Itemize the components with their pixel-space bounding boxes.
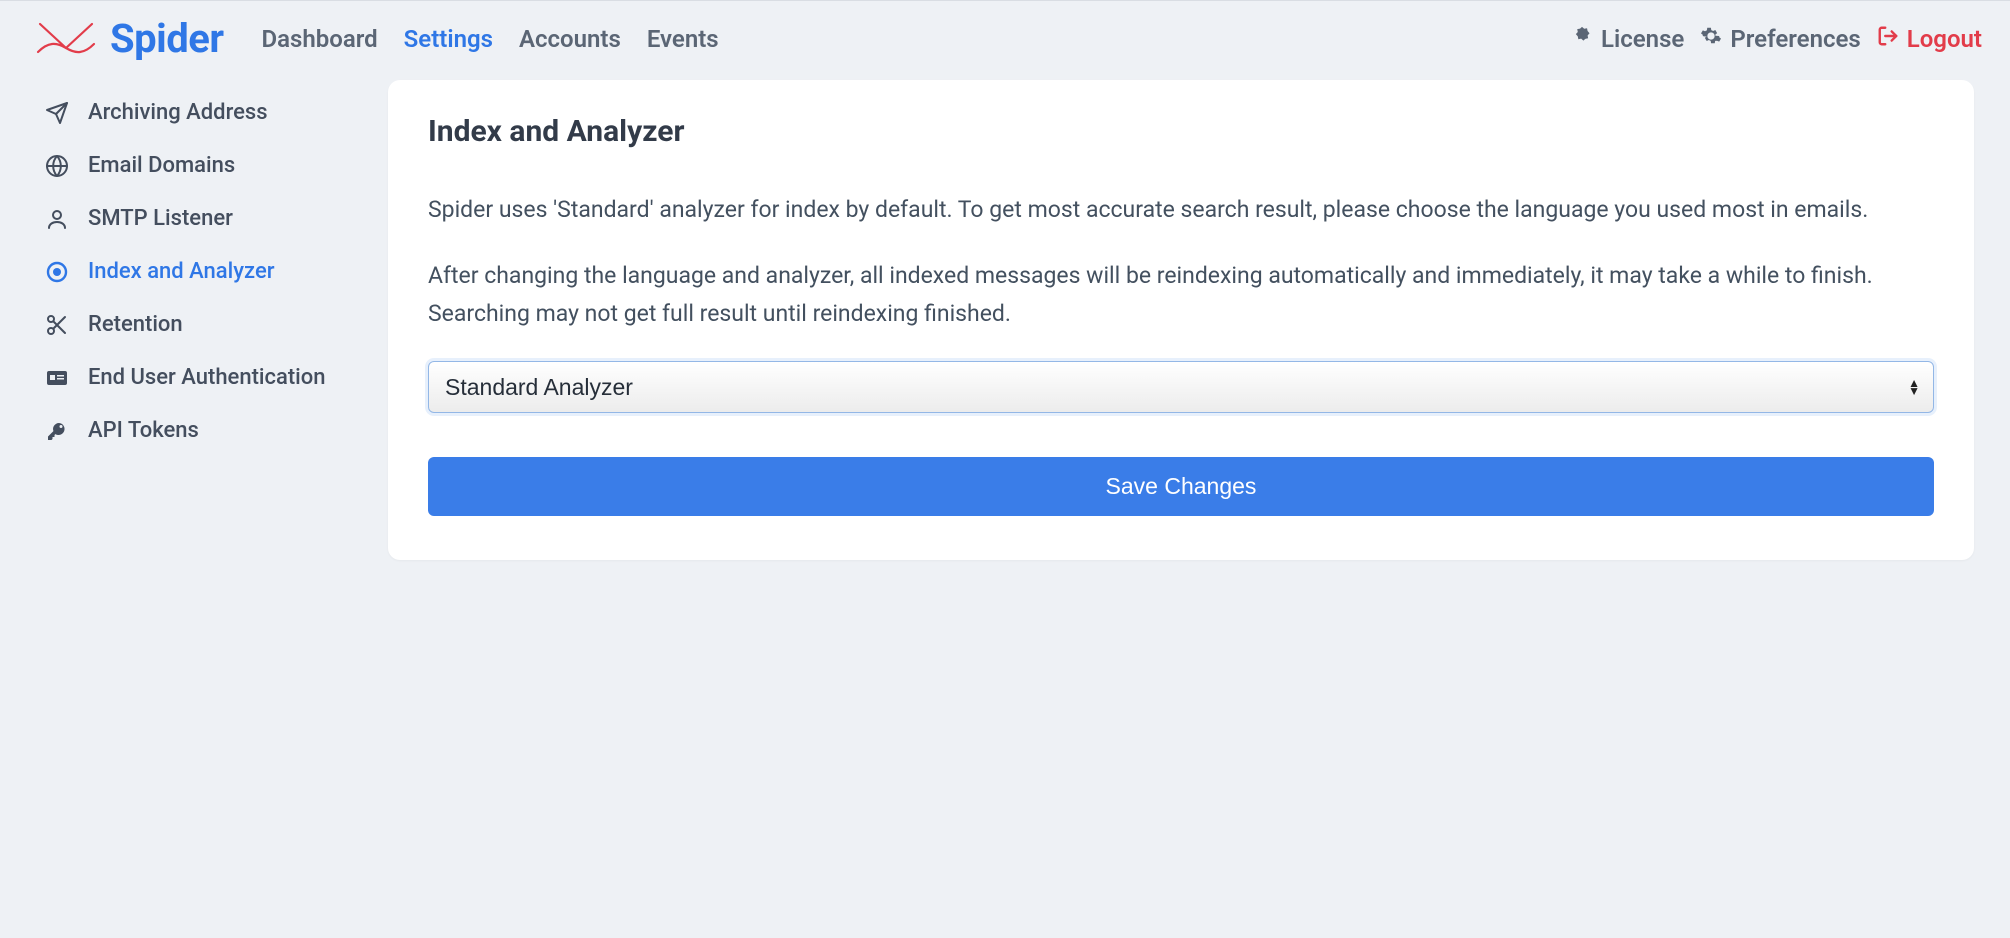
description-paragraph-2: After changing the language and analyzer… <box>428 257 1934 333</box>
logout-icon <box>1877 25 1899 53</box>
sidebar-item-label: Index and Analyzer <box>88 259 275 284</box>
settings-sidebar: Archiving Address Email Domains SMTP Lis… <box>36 80 356 457</box>
sidebar-item-label: SMTP Listener <box>88 206 233 231</box>
sidebar-item-retention[interactable]: Retention <box>36 298 356 351</box>
globe-icon <box>44 154 70 178</box>
brand-name: Spider <box>110 15 223 62</box>
brand[interactable]: Spider <box>36 15 223 62</box>
sidebar-item-label: API Tokens <box>88 418 199 443</box>
certificate-icon <box>1571 25 1593 53</box>
sidebar-item-index-analyzer[interactable]: Index and Analyzer <box>36 245 356 298</box>
sidebar-item-label: Archiving Address <box>88 100 268 125</box>
nav-accounts[interactable]: Accounts <box>519 25 621 53</box>
nav-dashboard[interactable]: Dashboard <box>261 25 377 53</box>
sidebar-item-api-tokens[interactable]: API Tokens <box>36 404 356 457</box>
description-paragraph-1: Spider uses 'Standard' analyzer for inde… <box>428 191 1934 229</box>
target-icon <box>44 260 70 284</box>
page-title: Index and Analyzer <box>428 114 1934 149</box>
sidebar-item-smtp-listener[interactable]: SMTP Listener <box>36 192 356 245</box>
user-icon <box>44 207 70 231</box>
paper-plane-icon <box>44 101 70 125</box>
preferences-link[interactable]: Preferences <box>1700 25 1860 53</box>
sidebar-item-label: End User Authentication <box>88 365 326 390</box>
license-link[interactable]: License <box>1571 25 1684 53</box>
logout-link[interactable]: Logout <box>1877 25 1982 53</box>
sidebar-item-end-user-auth[interactable]: End User Authentication <box>36 351 356 404</box>
scissors-icon <box>44 313 70 337</box>
preferences-label: Preferences <box>1730 25 1860 53</box>
id-card-icon <box>44 366 70 390</box>
key-icon <box>44 419 70 443</box>
gear-icon <box>1700 25 1722 53</box>
save-button[interactable]: Save Changes <box>428 457 1934 516</box>
brand-logo-icon <box>36 18 96 60</box>
sidebar-item-email-domains[interactable]: Email Domains <box>36 139 356 192</box>
license-label: License <box>1601 25 1684 53</box>
settings-card: Index and Analyzer Spider uses 'Standard… <box>388 80 1974 560</box>
sidebar-item-label: Retention <box>88 312 183 337</box>
nav-settings[interactable]: Settings <box>404 25 493 53</box>
sidebar-item-archiving-address[interactable]: Archiving Address <box>36 86 356 139</box>
nav-events[interactable]: Events <box>647 25 719 53</box>
sidebar-item-label: Email Domains <box>88 153 235 178</box>
logout-label: Logout <box>1907 25 1982 53</box>
analyzer-select[interactable]: Standard Analyzer <box>428 361 1934 413</box>
